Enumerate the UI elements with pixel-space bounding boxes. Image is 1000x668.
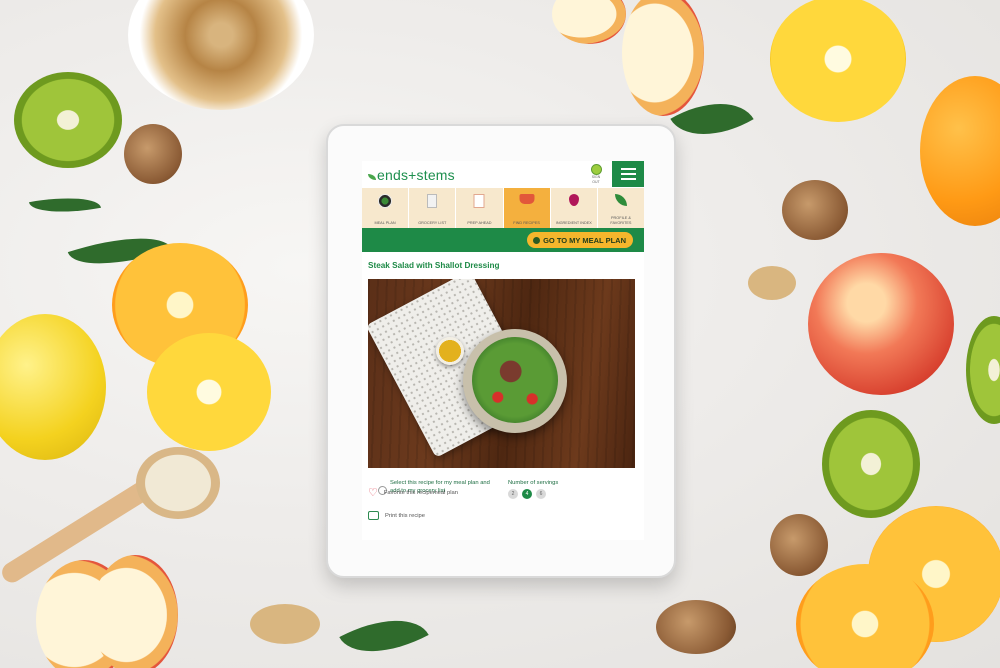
nav-tab-grocery-list[interactable]: GROCERY LIST	[409, 188, 457, 228]
pot-icon	[519, 194, 535, 204]
beet-icon	[568, 194, 579, 206]
walnut	[656, 600, 736, 654]
sign-out-label: SIGN OUT	[591, 175, 601, 184]
servings-selector: 2 4 6	[508, 489, 546, 499]
apple-slice	[622, 0, 704, 116]
recipe-title: Steak Salad with Shallot Dressing	[368, 261, 500, 270]
main-nav: MEAL PLAN GROCERY LIST PREP AHEAD FIND R…	[362, 188, 644, 228]
app-screen: ends+stems SIGN OUT MEAL PLAN GROCERY LI…	[362, 161, 644, 540]
printer-icon	[368, 511, 379, 520]
peanut	[250, 604, 320, 644]
nav-tab-label: GROCERY LIST	[418, 220, 447, 225]
nav-tab-label: PREP AHEAD	[467, 220, 492, 225]
favorite-label: Favorite this recipemeal plan	[383, 490, 458, 496]
go-to-meal-plan-label: GO TO MY MEAL PLAN	[543, 235, 626, 245]
servings-label: Number of servings	[508, 480, 559, 486]
kiwi-half	[14, 72, 122, 168]
heart-icon: ♡	[368, 487, 378, 499]
nav-tab-prep-ahead[interactable]: PREP AHEAD	[456, 188, 504, 228]
plate-icon	[533, 236, 541, 244]
lemon-half	[0, 314, 106, 460]
list-icon	[427, 194, 438, 208]
nav-tab-ingredient-index[interactable]: INGREDIENT INDEX	[551, 188, 598, 228]
hamburger-menu-button[interactable]	[612, 161, 644, 187]
dressing-cup	[436, 337, 464, 365]
kiwi-half	[966, 316, 1000, 424]
seeds-scoop	[136, 447, 220, 519]
leaf-logo-icon	[368, 173, 376, 180]
recipe-photo	[368, 279, 635, 468]
nav-tab-label: FIND RECIPES	[513, 220, 540, 225]
print-label: Print this recipe	[385, 512, 425, 519]
plate-icon	[378, 194, 393, 208]
walnut	[782, 180, 848, 240]
kiwi-half	[822, 410, 920, 518]
steak-salad	[472, 337, 558, 423]
menu-icon-bar	[620, 178, 636, 180]
peanut	[748, 266, 796, 300]
menu-icon-bar	[620, 173, 636, 175]
servings-option[interactable]: 2	[508, 489, 518, 499]
nav-tab-label: PROFILE & FAVORITES	[610, 216, 632, 225]
apple-slice	[552, 0, 626, 44]
servings-option-selected[interactable]: 4	[522, 489, 532, 499]
brand-logo[interactable]: ends+stems	[368, 167, 455, 183]
leaf-icon	[614, 194, 627, 206]
sign-out-button[interactable]: SIGN OUT	[588, 164, 604, 184]
nav-tab-find-recipes[interactable]: FIND RECIPES	[503, 188, 551, 228]
avatar-icon	[590, 164, 602, 175]
tablet-device: ends+stems SIGN OUT MEAL PLAN GROCERY LI…	[326, 124, 676, 578]
prep-icon	[473, 194, 485, 208]
green-leaf	[339, 599, 429, 668]
orange-whole	[920, 76, 1000, 226]
nav-tab-profile-favorites[interactable]: PROFILE & FAVORITES	[598, 188, 644, 228]
go-to-meal-plan-button[interactable]: GO TO MY MEAL PLAN	[527, 232, 633, 248]
nav-tab-meal-plan[interactable]: MEAL PLAN	[362, 188, 410, 228]
apple-slice	[92, 555, 178, 668]
walnut	[124, 124, 182, 184]
app-header: ends+stems SIGN OUT	[362, 161, 644, 188]
nav-tab-label: MEAL PLAN	[374, 220, 396, 225]
granola-bowl	[128, 0, 314, 110]
green-leaf	[28, 190, 102, 220]
action-bar: GO TO MY MEAL PLAN	[362, 228, 644, 252]
nav-tab-label: INGREDIENT INDEX	[555, 220, 592, 225]
menu-icon-bar	[620, 168, 636, 170]
walnut	[770, 514, 828, 576]
lemon-slice	[770, 0, 906, 122]
servings-option[interactable]: 6	[536, 489, 546, 499]
logo-text: ends+stems	[377, 166, 455, 183]
favorite-recipe-link[interactable]: ♡ Favorite this recipemeal plan	[368, 487, 458, 499]
red-apple	[808, 253, 954, 395]
print-recipe-link[interactable]: Print this recipe	[368, 511, 425, 520]
lemon-slice	[147, 333, 271, 451]
